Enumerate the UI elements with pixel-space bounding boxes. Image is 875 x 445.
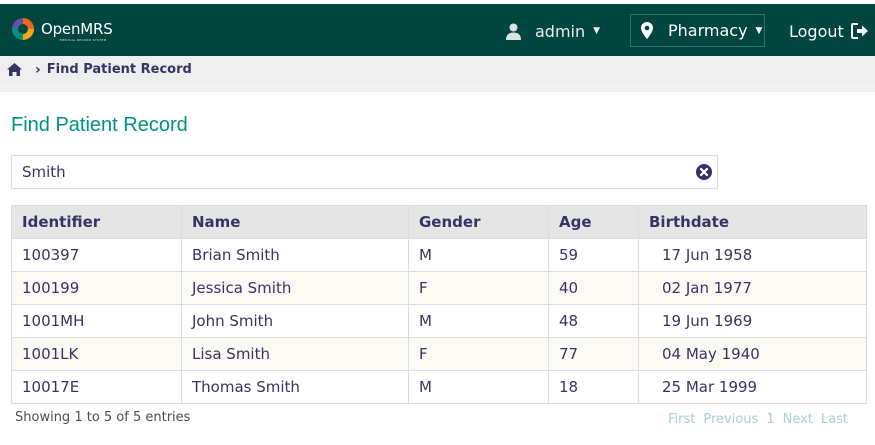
user-icon xyxy=(506,23,521,40)
cell-gender: M xyxy=(408,238,549,272)
cell-gender: M xyxy=(408,370,549,404)
chevron-down-icon: ▼ xyxy=(593,26,601,36)
entries-info: Showing 1 to 5 of 5 entries xyxy=(15,410,191,425)
cell-age: 18 xyxy=(548,370,639,404)
cell-birthdate: 02 Jan 1977 xyxy=(638,271,867,305)
cell-gender: F xyxy=(408,337,549,371)
cell-identifier: 1001MH xyxy=(11,304,182,338)
pager-previous[interactable]: Previous xyxy=(703,412,758,427)
cell-birthdate: 04 May 1940 xyxy=(638,337,867,371)
openmrs-logo-icon xyxy=(12,18,34,40)
pager-last[interactable]: Last xyxy=(821,412,848,427)
page-title: Find Patient Record xyxy=(11,114,188,136)
clear-search-icon[interactable] xyxy=(696,164,712,180)
username: admin xyxy=(535,21,586,41)
openmrs-logo[interactable]: OpenMRS MEDICAL RECORD SYSTEM xyxy=(10,15,120,45)
pager-page-1[interactable]: 1 xyxy=(766,412,774,427)
table-row[interactable]: 10017E Thomas Smith M 18 25 Mar 1999 xyxy=(11,370,867,404)
chevron-down-icon: ▼ xyxy=(755,25,763,36)
cell-identifier: 1001LK xyxy=(11,337,182,371)
cell-identifier: 10017E xyxy=(11,370,182,404)
cell-identifier: 100199 xyxy=(11,271,182,305)
table-row[interactable]: 1001LK Lisa Smith F 77 04 May 1940 xyxy=(11,337,867,371)
cell-birthdate: 17 Jun 1958 xyxy=(638,238,867,272)
cell-age: 59 xyxy=(548,238,639,272)
table-row[interactable]: 100397 Brian Smith M 59 17 Jun 1958 xyxy=(11,238,867,272)
breadcrumb-current: Find Patient Record xyxy=(46,62,192,77)
cell-birthdate: 19 Jun 1969 xyxy=(638,304,867,338)
cell-gender: F xyxy=(408,271,549,305)
breadcrumb: › Find Patient Record xyxy=(0,56,875,83)
patient-results-table: Identifier Name Gender Age Birthdate 100… xyxy=(11,205,867,404)
cell-name: Lisa Smith xyxy=(181,337,409,371)
cell-name: Brian Smith xyxy=(181,238,409,272)
pager-next[interactable]: Next xyxy=(783,412,813,427)
cell-age: 48 xyxy=(548,304,639,338)
cell-name: Thomas Smith xyxy=(181,370,409,404)
patient-search-box xyxy=(11,155,718,189)
table-row[interactable]: 1001MH John Smith M 48 19 Jun 1969 xyxy=(11,304,867,338)
column-header-birthdate[interactable]: Birthdate xyxy=(638,205,867,239)
column-header-gender[interactable]: Gender xyxy=(408,205,549,239)
brand-name: OpenMRS xyxy=(41,20,113,38)
cell-age: 77 xyxy=(548,337,639,371)
cell-name: Jessica Smith xyxy=(181,271,409,305)
cell-age: 40 xyxy=(548,271,639,305)
column-header-age[interactable]: Age xyxy=(548,205,639,239)
sign-out-icon xyxy=(850,23,868,39)
column-header-name[interactable]: Name xyxy=(181,205,409,239)
pagination: First Previous 1 Next Last xyxy=(668,412,856,427)
table-header-row: Identifier Name Gender Age Birthdate xyxy=(11,205,867,239)
location-name: Pharmacy xyxy=(668,21,748,40)
logout-label: Logout xyxy=(789,21,844,41)
map-marker-icon xyxy=(641,22,653,39)
breadcrumb-divider xyxy=(0,83,875,92)
cell-birthdate: 25 Mar 1999 xyxy=(638,370,867,404)
home-icon[interactable] xyxy=(7,63,22,76)
table-row[interactable]: 100199 Jessica Smith F 40 02 Jan 1977 xyxy=(11,271,867,305)
column-header-identifier[interactable]: Identifier xyxy=(11,205,182,239)
patient-search-input[interactable] xyxy=(12,156,717,188)
cell-gender: M xyxy=(408,304,549,338)
chevron-right-icon: › xyxy=(35,61,41,78)
logout-link[interactable]: Logout xyxy=(789,19,869,43)
user-menu[interactable]: admin ▼ xyxy=(506,19,600,43)
cell-name: John Smith xyxy=(181,304,409,338)
cell-identifier: 100397 xyxy=(11,238,182,272)
location-selector[interactable]: Pharmacy ▼ xyxy=(630,14,765,47)
top-header: OpenMRS MEDICAL RECORD SYSTEM admin ▼ Ph… xyxy=(0,4,875,56)
brand-subtitle: MEDICAL RECORD SYSTEM xyxy=(60,38,107,42)
pager-first[interactable]: First xyxy=(668,412,695,427)
